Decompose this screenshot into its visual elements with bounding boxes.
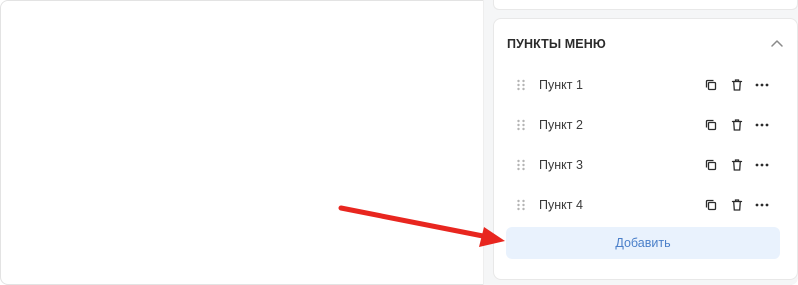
trash-icon[interactable] bbox=[730, 78, 744, 92]
section-title: ПУНКТЫ МЕНЮ bbox=[507, 37, 606, 51]
copy-icon[interactable] bbox=[704, 78, 718, 92]
copy-icon[interactable] bbox=[704, 158, 718, 172]
drag-handle-icon[interactable] bbox=[516, 79, 526, 91]
drag-handle-icon[interactable] bbox=[516, 199, 526, 211]
preview-canvas bbox=[1, 1, 483, 283]
drag-handle-icon[interactable] bbox=[516, 159, 526, 171]
menu-item[interactable]: Пункт 1 bbox=[507, 67, 787, 103]
menu-items-section-header[interactable]: ПУНКТЫ МЕНЮ bbox=[494, 19, 797, 69]
copy-icon[interactable] bbox=[704, 198, 718, 212]
more-horizontal-icon[interactable] bbox=[754, 118, 770, 132]
add-menu-item-button[interactable]: Добавить bbox=[506, 227, 780, 259]
menu-item[interactable]: Пункт 3 bbox=[507, 147, 787, 183]
copy-icon[interactable] bbox=[704, 118, 718, 132]
trash-icon[interactable] bbox=[730, 198, 744, 212]
chevron-up-icon[interactable] bbox=[770, 38, 784, 48]
previous-section-card bbox=[493, 0, 798, 10]
menu-item[interactable]: Пункт 4 bbox=[507, 187, 787, 223]
drag-handle-icon[interactable] bbox=[516, 119, 526, 131]
menu-item[interactable]: Пункт 2 bbox=[507, 107, 787, 143]
more-horizontal-icon[interactable] bbox=[754, 78, 770, 92]
menu-item-label: Пункт 2 bbox=[539, 118, 583, 132]
trash-icon[interactable] bbox=[730, 118, 744, 132]
menu-item-label: Пункт 4 bbox=[539, 198, 583, 212]
more-horizontal-icon[interactable] bbox=[754, 198, 770, 212]
menu-item-label: Пункт 3 bbox=[539, 158, 583, 172]
trash-icon[interactable] bbox=[730, 158, 744, 172]
more-horizontal-icon[interactable] bbox=[754, 158, 770, 172]
menu-item-label: Пункт 1 bbox=[539, 78, 583, 92]
